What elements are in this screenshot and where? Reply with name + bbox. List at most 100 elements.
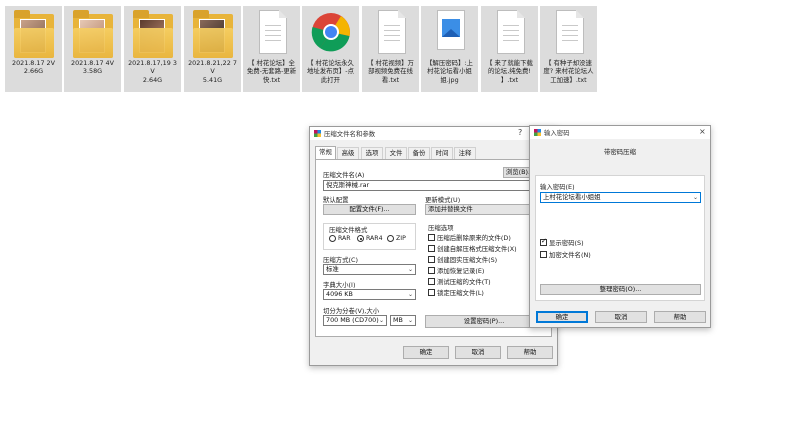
help-button[interactable]: 帮助 xyxy=(507,346,553,359)
sfx-checkbox[interactable]: 创建自解压格式压缩文件(X) xyxy=(428,244,517,253)
archive-name-label: 压缩文件名(A) xyxy=(323,171,365,179)
archive-dialog-titlebar[interactable]: 压缩文件名和参数 ? xyxy=(310,127,557,140)
tab-options[interactable]: 选项 xyxy=(361,147,383,159)
chevron-down-icon[interactable]: ⌄ xyxy=(693,193,698,202)
profiles-button[interactable]: 配置文件(F)... xyxy=(323,204,416,215)
method-label: 压缩方式(C) xyxy=(323,256,359,264)
option-label: 锁定压缩文件(L) xyxy=(437,289,484,297)
tab-advanced[interactable]: 高级 xyxy=(337,147,359,159)
text-file-item[interactable]: 【 来了就能下载的论坛,纯免费! 】.txt xyxy=(481,6,538,92)
folder-icon xyxy=(193,10,233,58)
checkbox-box xyxy=(428,267,435,274)
password-label: 输入密码(E) xyxy=(540,183,575,191)
update-mode-select[interactable]: 添加并替换文件 xyxy=(425,204,530,215)
delete-after-checkbox[interactable]: 压缩后删除原来的文件(D) xyxy=(428,233,511,242)
default-profile-label: 默认配置 xyxy=(323,196,349,204)
file-label: 2021.8.17,19 3V 2.64G xyxy=(128,59,177,84)
ok-button[interactable]: 确定 xyxy=(536,311,588,323)
file-label: 【 村花论坛永久地址发布页】-点此打开 xyxy=(306,59,355,84)
chrome-shortcut-item[interactable]: 【 村花论坛永久地址发布页】-点此打开 xyxy=(302,6,359,92)
dictionary-value: 4096 KB xyxy=(326,290,353,298)
method-value: 标准 xyxy=(326,265,339,273)
cancel-button[interactable]: 取消 xyxy=(595,311,647,323)
archive-name-input[interactable]: 倪克斯神械.rar ⌄ xyxy=(323,180,548,191)
winrar-icon xyxy=(314,130,321,137)
text-file-icon xyxy=(549,10,589,58)
option-label: 创建固实压缩文件(S) xyxy=(437,256,498,264)
radio-dot-selected xyxy=(357,235,364,242)
method-select[interactable]: 标准 ⌄ xyxy=(323,264,416,275)
checkbox-box xyxy=(428,245,435,252)
text-file-icon xyxy=(252,10,292,58)
chevron-down-icon: ⌄ xyxy=(407,266,413,273)
file-label: 【 村花视频】万部视频免费在线看.txt xyxy=(367,59,414,84)
split-size-input[interactable]: 700 MB (CD700) ⌄ xyxy=(323,315,387,326)
file-label: 2021.8.21,22 7V 5.41G xyxy=(188,59,237,84)
password-value: 上村花论坛看小姐姐 xyxy=(543,193,601,201)
split-volume-label: 切分为分卷(V),大小 xyxy=(323,307,380,315)
format-rar4-radio[interactable]: RAR4 xyxy=(357,235,383,242)
password-dialog-title: 输入密码 xyxy=(544,129,570,137)
organize-passwords-button[interactable]: 整理密码(O)... xyxy=(540,284,701,295)
checkbox-box xyxy=(428,289,435,296)
format-zip-label: ZIP xyxy=(396,235,406,242)
file-label: 2021.8.17 4V 3.58G xyxy=(71,59,114,76)
format-zip-radio[interactable]: ZIP xyxy=(387,235,406,242)
text-file-item[interactable]: 【 有种子却没速度? 来村花论坛人工加速】.txt xyxy=(540,6,597,92)
folder-item[interactable]: 2021.8.21,22 7V 5.41G xyxy=(184,6,241,92)
image-file-item[interactable]: 【解压密码】:上村花论坛看小姐姐.jpg xyxy=(421,6,478,92)
chevron-down-icon: ⌄ xyxy=(407,291,413,298)
encrypt-filenames-checkbox[interactable]: 加密文件名(N) xyxy=(540,250,591,259)
archive-dialog-title: 压缩文件名和参数 xyxy=(324,130,376,138)
tab-general[interactable]: 常规 xyxy=(315,146,336,160)
text-file-item[interactable]: 【 村花视频】万部视频免费在线看.txt xyxy=(362,6,419,92)
format-group-label: 压缩文件格式 xyxy=(329,226,368,234)
file-label: 【解压密码】:上村花论坛看小姐姐.jpg xyxy=(426,59,473,84)
test-files-checkbox[interactable]: 测试压缩的文件(T) xyxy=(428,277,491,286)
password-dialog-heading: 带密码压缩 xyxy=(604,148,636,156)
ok-button[interactable]: 确定 xyxy=(403,346,449,359)
dictionary-select[interactable]: 4096 KB ⌄ xyxy=(323,289,416,300)
close-icon[interactable]: × xyxy=(699,127,706,137)
help-icon[interactable]: ? xyxy=(518,128,522,138)
folder-item[interactable]: 2021.8.17 2V 2.66G xyxy=(5,6,62,92)
folder-icon xyxy=(73,10,113,58)
file-label: 【 有种子却没速度? 来村花论坛人工加速】.txt xyxy=(543,59,594,84)
radio-dot xyxy=(329,235,336,242)
password-dialog: 输入密码 × 带密码压缩 输入密码(E) 上村花论坛看小姐姐 ⌄ 显示密码(S)… xyxy=(529,125,711,328)
checkbox-box-checked xyxy=(540,237,547,246)
split-unit-select[interactable]: MB ⌄ xyxy=(390,315,416,326)
text-file-item[interactable]: 【 村花论坛】全免费-无套路-更新快.txt xyxy=(243,6,300,92)
file-label: 【 村花论坛】全免费-无套路-更新快.txt xyxy=(246,59,297,84)
set-password-button[interactable]: 设置密码(P)... xyxy=(425,315,543,328)
lock-archive-checkbox[interactable]: 锁定压缩文件(L) xyxy=(428,288,484,297)
help-button[interactable]: 帮助 xyxy=(654,311,706,323)
password-input[interactable]: 上村花论坛看小姐姐 ⌄ xyxy=(540,192,701,203)
file-label: 【 来了就能下载的论坛,纯免费! 】.txt xyxy=(486,59,533,84)
solid-checkbox[interactable]: 创建固实压缩文件(S) xyxy=(428,255,497,264)
option-label: 压缩后删除原来的文件(D) xyxy=(437,234,511,242)
folder-item[interactable]: 2021.8.17 4V 3.58G xyxy=(64,6,121,92)
cancel-button[interactable]: 取消 xyxy=(455,346,501,359)
folder-icon xyxy=(14,10,54,58)
password-dialog-titlebar[interactable]: 输入密码 × xyxy=(530,126,710,139)
show-password-label: 显示密码(S) xyxy=(549,239,584,247)
file-label: 2021.8.17 2V 2.66G xyxy=(12,59,55,76)
format-rar4-label: RAR4 xyxy=(366,235,383,242)
format-rar-radio[interactable]: RAR xyxy=(329,235,351,242)
tab-files[interactable]: 文件 xyxy=(385,147,407,159)
text-file-icon xyxy=(490,10,530,58)
chevron-down-icon: ⌄ xyxy=(378,317,384,324)
image-file-icon xyxy=(430,10,470,58)
checkbox-box xyxy=(540,251,547,258)
split-unit-value: MB xyxy=(393,316,403,324)
tab-time[interactable]: 时间 xyxy=(431,147,453,159)
recovery-record-checkbox[interactable]: 添加恢复记录(E) xyxy=(428,266,484,275)
folder-item[interactable]: 2021.8.17,19 3V 2.64G xyxy=(124,6,181,92)
update-mode-value: 添加并替换文件 xyxy=(428,205,473,213)
tab-backup[interactable]: 备份 xyxy=(408,147,430,159)
split-size-value: 700 MB (CD700) xyxy=(326,316,379,324)
show-password-checkbox[interactable]: 显示密码(S) xyxy=(540,237,584,247)
option-label: 测试压缩的文件(T) xyxy=(437,278,491,286)
tab-comment[interactable]: 注释 xyxy=(454,147,476,159)
